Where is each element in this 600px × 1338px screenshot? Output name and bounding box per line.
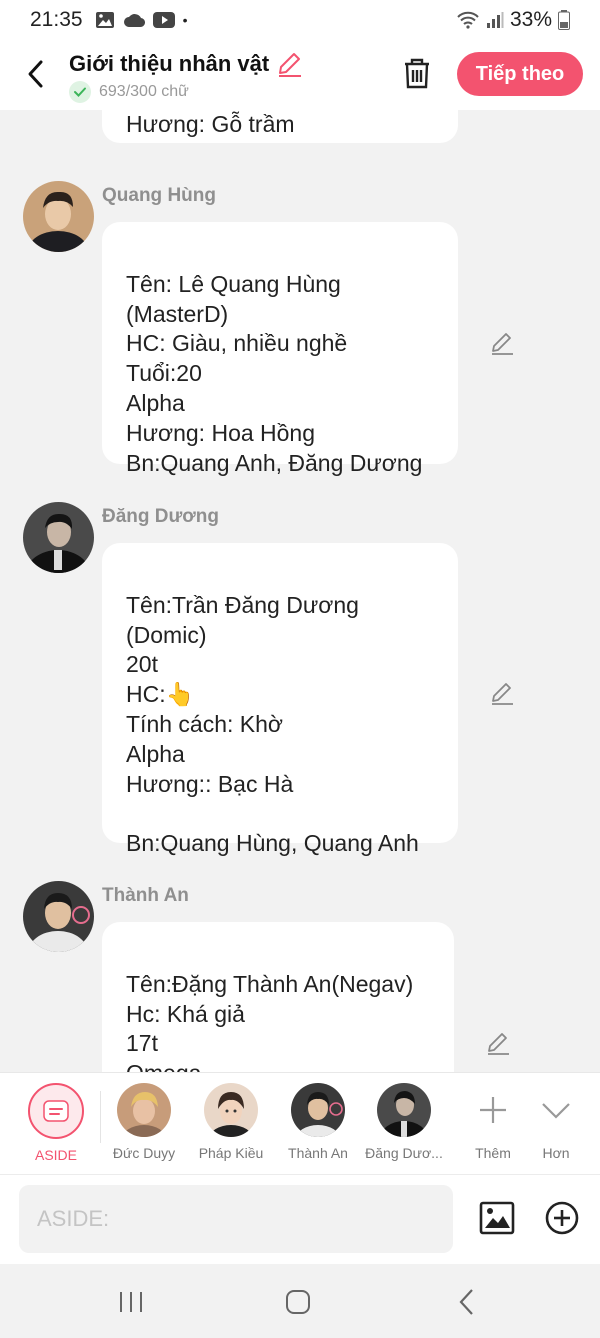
home-icon xyxy=(286,1290,310,1314)
chevron-down-icon xyxy=(542,1103,570,1119)
add-image-button[interactable] xyxy=(479,1200,515,1236)
next-button[interactable]: Tiếp theo xyxy=(457,52,583,96)
recents-icon xyxy=(120,1292,142,1312)
word-count-text: 693/300 chữ xyxy=(99,83,189,100)
character-chip[interactable]: Pháp Kiều xyxy=(191,1083,271,1161)
character-chip-label: Đức Duyy xyxy=(112,1145,176,1161)
avatar-thanh-an[interactable] xyxy=(23,881,94,952)
character-chip-label: Đăng Dươ... xyxy=(365,1145,443,1161)
chevron-left-icon xyxy=(28,60,43,88)
avatar-dang-duong[interactable] xyxy=(23,502,94,573)
wifi-icon xyxy=(457,11,479,29)
character-name: Thành An xyxy=(102,885,189,906)
character-info-text: Tên:Đặng Thành An(Negav) Hc: Khá giả 17t… xyxy=(126,970,414,1072)
plus-icon xyxy=(480,1097,506,1123)
character-bubble[interactable]: Tên:Đặng Thành An(Negav) Hc: Khá giả 17t… xyxy=(102,922,454,1072)
pencil-icon xyxy=(492,333,513,355)
notification-icons: • xyxy=(95,11,188,29)
edit-message-button[interactable] xyxy=(484,1029,512,1057)
status-dot: • xyxy=(182,12,188,28)
aside-button[interactable]: ASIDE xyxy=(16,1083,96,1163)
recent-apps-button[interactable] xyxy=(111,1284,151,1320)
edit-message-button[interactable] xyxy=(488,679,516,707)
character-list[interactable]: Hương: Gỗ trầm Quang Hùng Tên: Lê Quang … xyxy=(0,110,600,1072)
home-button[interactable] xyxy=(278,1284,318,1320)
back-button[interactable] xyxy=(18,54,52,94)
system-back-button[interactable] xyxy=(446,1284,486,1320)
avatar-dang-duong-small xyxy=(377,1083,431,1137)
character-name: Quang Hùng xyxy=(102,185,216,206)
character-chip-label: Thành An xyxy=(288,1145,348,1161)
expand-label: Hơn xyxy=(542,1145,570,1161)
character-info-text: Hương: Gỗ trầm xyxy=(126,110,295,137)
character-bubble[interactable]: Tên: Lê Quang Hùng (MasterD) HC: Giàu, n… xyxy=(102,222,458,476)
character-bubble[interactable]: Hương: Gỗ trầm xyxy=(102,110,458,143)
avatar-thanh-an-small xyxy=(291,1083,345,1137)
character-info-text: Tên:Trần Đăng Dương (Domic) 20t HC:👆 Tín… xyxy=(126,591,419,857)
character-bubble[interactable]: Tên:Trần Đăng Dương (Domic) 20t HC:👆 Tín… xyxy=(102,543,458,856)
youtube-icon xyxy=(152,12,175,28)
status-bar: 21:35 • 33% xyxy=(0,0,600,40)
character-selector: ASIDE Đức Duyy Pháp Kiều Thành An Đăng D… xyxy=(0,1072,600,1174)
aside-avatar xyxy=(28,1083,84,1139)
chat-bubble-icon xyxy=(43,1100,69,1122)
back-arrow-icon xyxy=(459,1289,473,1315)
delete-button[interactable] xyxy=(400,56,434,92)
gallery-icon xyxy=(95,12,114,28)
edit-message-button[interactable] xyxy=(488,329,516,357)
pencil-icon xyxy=(488,1033,509,1055)
plus-circle-icon xyxy=(545,1201,579,1235)
character-info-text: Tên: Lê Quang Hùng (MasterD) HC: Giàu, n… xyxy=(126,270,423,476)
expand-button[interactable]: Hơn xyxy=(516,1083,596,1161)
divider xyxy=(100,1091,101,1143)
system-nav-bar xyxy=(0,1264,600,1338)
aside-input[interactable] xyxy=(19,1185,453,1253)
avatar-duc-duy xyxy=(117,1083,171,1137)
image-icon xyxy=(479,1201,515,1235)
avatar-quang-hung[interactable] xyxy=(23,181,94,252)
avatar-phap-kieu xyxy=(204,1083,258,1137)
status-time: 21:35 xyxy=(30,8,83,31)
character-chip[interactable]: Đăng Dươ... xyxy=(364,1083,444,1161)
check-icon xyxy=(69,81,91,103)
trash-icon xyxy=(405,58,429,89)
message-input-bar xyxy=(0,1174,600,1264)
aside-label: ASIDE xyxy=(34,1147,77,1163)
pencil-icon xyxy=(492,683,513,705)
character-chip[interactable]: Đức Duyy xyxy=(104,1083,184,1161)
character-name: Đăng Dương xyxy=(102,506,219,527)
battery-level: 33% xyxy=(509,8,552,31)
character-chip[interactable]: Thành An xyxy=(278,1083,358,1161)
page-title-text: Giới thiệu nhân vật xyxy=(69,51,270,76)
edit-title-icon[interactable] xyxy=(275,50,303,78)
character-chip-label: Pháp Kiều xyxy=(198,1145,264,1161)
cloud-icon xyxy=(123,14,145,28)
page-title: Giới thiệu nhân vật xyxy=(69,50,303,78)
editor-header: Giới thiệu nhân vật 693/300 chữ Tiếp the… xyxy=(0,40,600,110)
more-options-button[interactable] xyxy=(544,1200,580,1236)
signal-icon xyxy=(486,12,504,28)
word-count: 693/300 chữ xyxy=(69,81,189,103)
battery-icon xyxy=(558,10,570,30)
